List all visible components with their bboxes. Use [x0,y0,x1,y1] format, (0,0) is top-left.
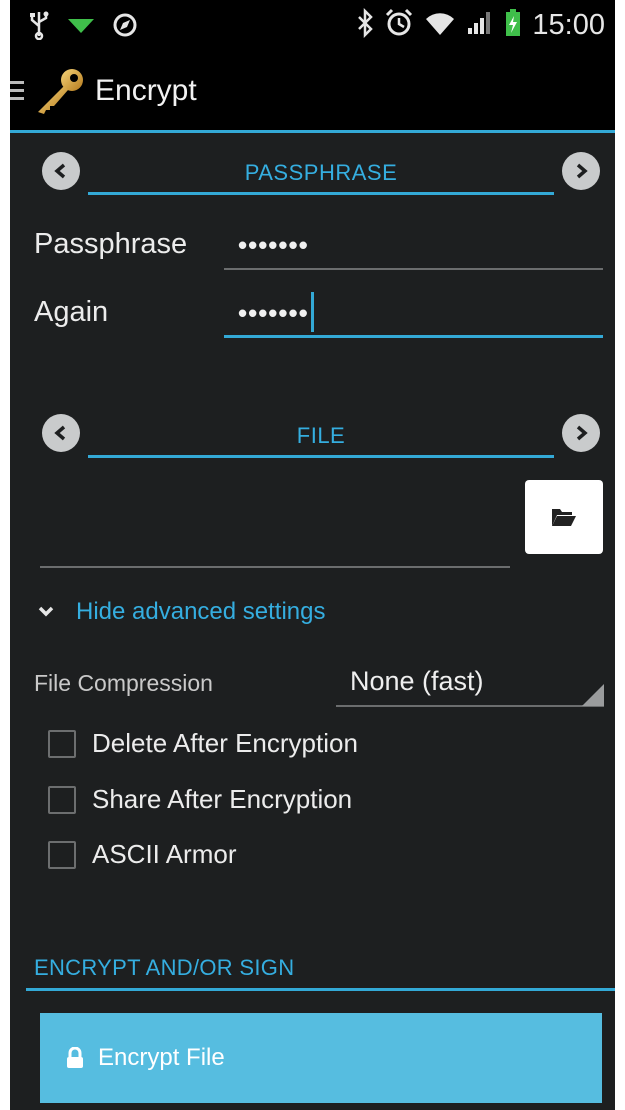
next-arrow-button[interactable] [562,414,600,452]
clock-text: 15:00 [532,9,605,41]
again-label: Again [34,296,109,328]
encrypt-file-button[interactable]: Encrypt File [40,1013,602,1103]
advanced-settings-label: Hide advanced settings [76,598,326,625]
delete-after-encryption-checkbox[interactable]: Delete After Encryption [48,728,358,759]
share-after-encryption-checkbox[interactable]: Share After Encryption [48,784,352,815]
drawer-menu-icon[interactable] [10,79,26,108]
sign-section-title: ENCRYPT AND/OR SIGN [34,955,295,980]
file-section-divider [88,455,554,458]
ascii-armor-checkbox[interactable]: ASCII Armor [48,839,236,870]
dropdown-triangle-icon [582,684,604,706]
chevron-right-icon [576,163,588,179]
file-path-input[interactable] [40,520,510,560]
status-bar: 15:00 [10,0,615,52]
again-field-underline [224,335,603,338]
compression-label: File Compression [34,670,213,696]
file-section-title: FILE [296,423,346,448]
chevron-down-icon [38,606,54,617]
chevron-left-icon [54,163,66,179]
checkbox-label: ASCII Armor [92,839,237,869]
prev-arrow-button[interactable] [42,152,80,190]
again-field[interactable]: ••••••• [238,298,309,329]
next-arrow-button[interactable] [562,152,600,190]
chevron-left-icon [54,425,66,441]
bluetooth-icon [356,7,374,43]
browse-file-button[interactable] [525,480,603,554]
folder-open-icon [552,509,576,526]
battery-charging-icon [504,8,522,43]
encrypt-file-label: Encrypt File [98,1044,225,1071]
usb-icon [28,10,50,45]
checkbox-label: Share After Encryption [92,784,353,814]
advanced-settings-toggle[interactable]: Hide advanced settings [38,598,326,626]
compression-select-underline [336,705,604,707]
file-path-underline [40,566,510,568]
checkbox-box [48,785,76,814]
download-icon [66,13,96,42]
prev-arrow-button[interactable] [42,414,80,452]
checkbox-box [48,729,76,758]
passphrase-section-title: PASSPHRASE [244,160,398,185]
passphrase-field[interactable]: ••••••• [238,230,309,261]
compression-select[interactable]: None (fast) [350,666,484,697]
app-screen: 15:00 Encrypt PASSPHRASE Passphrase ••••… [10,0,615,1110]
checkbox-label: Delete After Encryption [92,728,358,758]
page-title: Encrypt [95,74,197,107]
signal-icon [466,10,494,41]
passphrase-field-underline [224,268,603,270]
compass-icon [112,12,138,43]
sign-section-divider [26,988,615,991]
passphrase-label: Passphrase [34,228,188,260]
passphrase-section-divider [88,192,554,195]
wifi-icon [424,9,456,42]
checkbox-box [48,840,76,869]
alarm-icon [384,8,414,43]
lock-icon [67,1047,83,1068]
action-bar: Encrypt [10,52,615,133]
chevron-right-icon [576,425,588,441]
key-icon[interactable] [32,66,88,121]
text-cursor [311,292,314,332]
